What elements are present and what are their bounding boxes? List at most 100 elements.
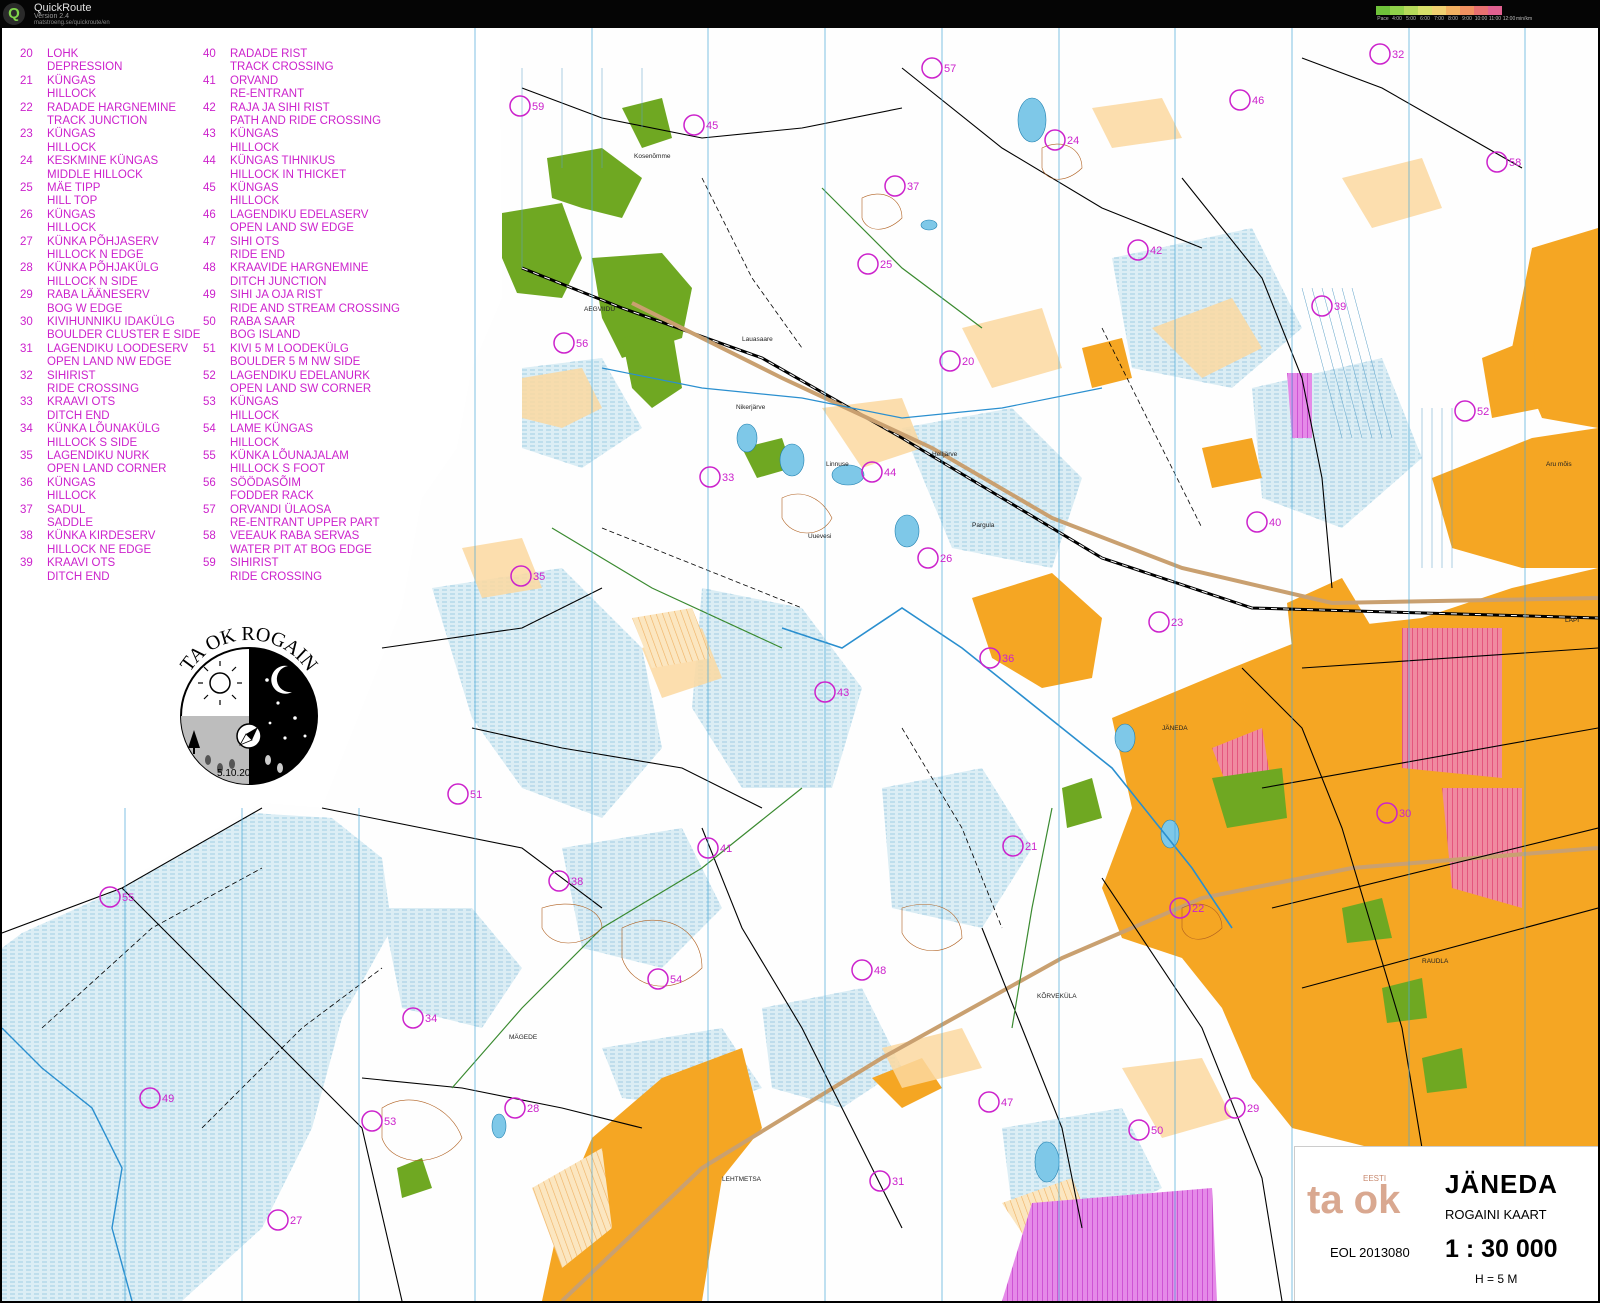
control-number-label: 35: [533, 571, 545, 583]
legend-item-english: HILLOCK S SIDE: [47, 436, 138, 449]
legend-item-english: DITCH END: [47, 409, 110, 422]
place-name: Nikerjärve: [736, 404, 766, 411]
control-number-label: 21: [1025, 841, 1037, 853]
pace-tick-label: 8:00: [1448, 16, 1458, 22]
legend-item: 44 KÜNGAS TIHNIKUS HILLOCK IN THICKET: [193, 155, 383, 182]
control-number-label: 50: [1151, 1125, 1163, 1137]
legend-item: 30 KIVIHUNNIKU IDAKÜLG BOULDER CLUSTER E S…: [10, 316, 200, 343]
control-number-label: 39: [1334, 301, 1346, 313]
legend-item-estonian: KÜNGAS: [230, 128, 279, 141]
legend-item-english: HILLOCK IN THICKET: [230, 168, 347, 181]
control-number-label: 22: [1192, 903, 1204, 915]
map-info-box: EESTI ta ok EOL 2013080 JÄNEDA ROGAINI K…: [1294, 1146, 1598, 1301]
legend-item-estonian: RAJA JA SIHI RIST: [230, 101, 330, 114]
legend-item-number: 35: [20, 449, 33, 462]
control-number-label: 51: [470, 789, 482, 801]
legend-item-english: HILLOCK N EDGE: [47, 248, 144, 261]
legend-item-number: 40: [203, 48, 216, 60]
map-canvas[interactable]: Kosenõmme AEGVIIDU Lauasaare Nikerjärve …: [2, 28, 1598, 1301]
legend-item-number: 32: [20, 369, 33, 382]
legend-item-estonian: KÜNKA LÕUNAJALAM: [230, 449, 349, 462]
quickroute-app-icon[interactable]: Q: [3, 3, 25, 25]
pace-color-swatch: [1432, 6, 1446, 15]
legend-item-estonian: LAGENDIKU LOODESERV: [47, 342, 189, 355]
legend-item: 33 KRAAVI OTS DITCH END: [10, 396, 200, 423]
place-name: MÄGEDE: [509, 1033, 538, 1041]
legend-item-number: 27: [20, 235, 33, 248]
legend-item: 21 KÜNGAS HILLOCK: [10, 75, 200, 102]
legend-item-estonian: KÜNGAS: [47, 476, 96, 489]
legend-item-number: 57: [203, 503, 216, 516]
legend-item-english: RIDE AND STREAM CROSSING: [230, 302, 400, 315]
ta-ok-rogain-logo: TA OK ROGAIN: [176, 623, 322, 785]
control-number-label: 58: [1509, 157, 1521, 169]
pace-color-swatch: [1446, 6, 1460, 15]
legend-item-number: 38: [20, 530, 33, 543]
legend-item-estonian: KÜNGAS: [47, 128, 96, 141]
control-number-label: 30: [1399, 808, 1411, 820]
legend-item-english: HILL TOP: [47, 195, 98, 208]
legend-item-number: 31: [20, 342, 33, 355]
app-version: Version 2.4: [34, 13, 70, 20]
legend-item-english: BOULDER 5 M NW SIDE: [230, 356, 361, 369]
legend-item: 23 KÜNGAS HILLOCK: [10, 128, 200, 155]
pace-tick-label: 12:00: [1502, 16, 1516, 22]
legend-item-number: 42: [203, 101, 216, 114]
place-name: KÕRVEKÜLA: [1037, 991, 1077, 1000]
control-number-label: 38: [571, 876, 583, 888]
legend-item-estonian: SIHIRIST: [230, 557, 279, 570]
map-scale: 1 : 30 000: [1445, 1235, 1558, 1263]
pace-tick-label: 10:00: [1474, 16, 1488, 22]
legend-item-english: OPEN LAND SW EDGE: [230, 222, 354, 235]
control-number-label: 23: [1171, 617, 1183, 629]
legend-item-estonian: LAME KÜNGAS: [230, 423, 314, 436]
legend-item-english: BOG ISLAND: [230, 329, 301, 342]
legend-item-estonian: SADUL: [47, 503, 86, 516]
legend-item-english: HILLOCK N SIDE: [47, 275, 138, 288]
legend-item: 48 KRAAVIDE HARGNEMINE DITCH JUNCTION: [193, 262, 383, 289]
pace-prefix: Pace: [1377, 16, 1389, 22]
legend-item-number: 43: [203, 128, 216, 141]
legend-item-english: WATER PIT AT BOG EDGE: [230, 543, 372, 556]
legend-item-number: 55: [203, 449, 216, 462]
control-number-label: 31: [892, 1176, 904, 1188]
legend-item-estonian: KIVI 5 M LOODEKÜLG: [230, 342, 349, 355]
legend-item-number: 22: [20, 101, 33, 114]
legend-item-estonian: RABA LÄÄNESERV: [47, 289, 150, 302]
legend-item-estonian: VEEAUK RABA SERVAS: [230, 530, 360, 543]
control-number-label: 45: [706, 120, 718, 132]
pace-color-swatch: [1376, 6, 1390, 15]
legend-item-english: OPEN LAND CORNER: [47, 463, 167, 476]
legend-item: 28 KÜNKA PÕHJAKÜLG HILLOCK N SIDE: [10, 262, 200, 289]
legend-item-english: MIDDLE HILLOCK: [47, 168, 143, 181]
control-number-label: 40: [1269, 517, 1281, 529]
place-name: JÄNEDA: [1162, 724, 1188, 732]
legend-item: 37 SADUL SADDLE: [10, 504, 200, 531]
legend-item: 56 SÖÖDASÕIM FODDER RACK: [193, 477, 383, 504]
legend-item: 27 KÜNKA PÕHJASERV HILLOCK N EDGE: [10, 236, 200, 263]
pace-tick-label: 6:00: [1420, 16, 1430, 22]
control-number-label: 36: [1002, 653, 1014, 665]
legend-item: 32 SIHIRIST RIDE CROSSING: [10, 370, 200, 397]
legend-item-estonian: KÜNGAS: [230, 396, 279, 409]
legend-item-number: 24: [20, 155, 33, 168]
legend-item-estonian: KRAAVI OTS: [47, 396, 116, 409]
legend-item-english: TRACK CROSSING: [230, 61, 334, 74]
legend-item-english: HILLOCK: [230, 436, 280, 449]
map-subtitle: ROGAINI KAART: [1445, 1207, 1547, 1222]
legend-item: 51 KIVI 5 M LOODEKÜLG BOULDER 5 M NW SIDE: [193, 343, 383, 370]
control-number-label: 56: [576, 338, 588, 350]
legend-item-number: 49: [203, 289, 216, 302]
legend-item-english: RIDE CROSSING: [230, 570, 323, 583]
place-name: Lauasaare: [742, 336, 773, 343]
legend-item: 31 LAGENDIKU LOODESERV OPEN LAND NW EDGE: [10, 343, 200, 370]
legend-item-number: 48: [203, 262, 216, 275]
control-number-label: 54: [670, 974, 682, 986]
place-name: LAPI: [1565, 617, 1579, 624]
pace-color-swatch: [1390, 6, 1404, 15]
legend-item-number: 59: [203, 557, 216, 570]
control-number-label: 46: [1252, 95, 1264, 107]
legend-item-number: 41: [203, 74, 216, 87]
control-number-label: 34: [425, 1013, 437, 1025]
legend-item: 35 LAGENDIKU NURK OPEN LAND CORNER: [10, 450, 200, 477]
